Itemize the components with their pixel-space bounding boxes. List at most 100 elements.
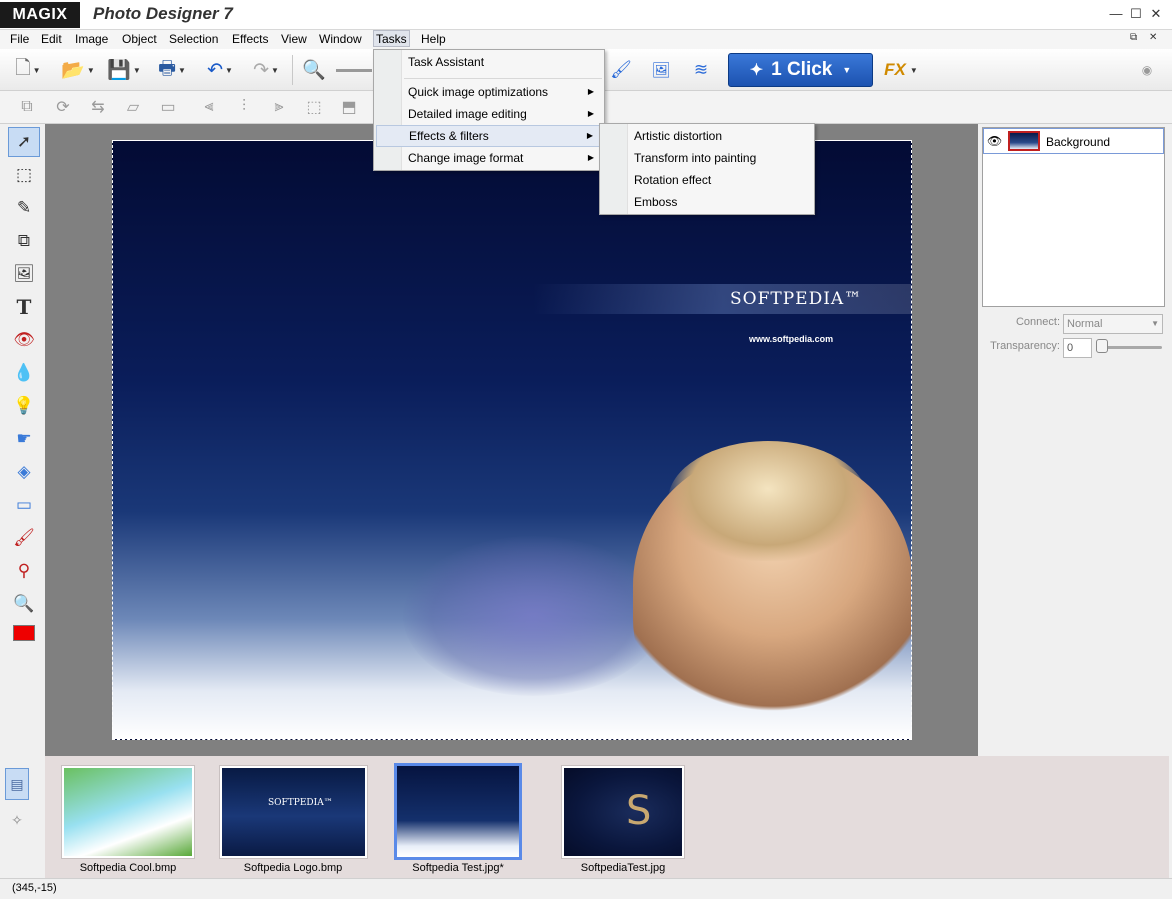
zoom-icon[interactable]: 🔍 (299, 55, 329, 85)
status-bar: (345,-15) (0, 878, 1172, 899)
flip-object-icon[interactable]: ⇆ (85, 94, 111, 120)
arrange-icon[interactable]: ⬒ (336, 94, 362, 120)
image-canvas[interactable]: SOFTPEDIA™ www.softpedia.com (112, 140, 912, 740)
layer-thumbnail (1008, 131, 1040, 151)
minimize-button[interactable]: — (1107, 6, 1125, 21)
menu-item-change-image-format[interactable]: Change image format ▶ (376, 147, 602, 169)
text-tool-icon[interactable]: T (8, 292, 40, 322)
menu-item-effects-filters[interactable]: Effects & filters ▶ (376, 125, 602, 147)
maximize-button[interactable]: ☐ (1127, 6, 1145, 22)
clone-tool-icon[interactable]: ⧉ (8, 226, 40, 256)
light-bulb-icon[interactable]: 💡 (8, 391, 40, 421)
fx-label: FX (884, 60, 906, 79)
menu-item-detailed-image-editing[interactable]: Detailed image editing ▶ (376, 103, 602, 125)
effects-filters-submenu: Artistic distortion Transform into paint… (599, 123, 815, 215)
menu-image[interactable]: Image (74, 31, 109, 48)
paint-brush-icon[interactable]: 🖌 (8, 523, 40, 553)
chevron-down-icon: ▼ (909, 65, 918, 75)
fx-button[interactable]: FX ▼ (878, 54, 924, 86)
thumbnail-softpedia-cool[interactable] (62, 766, 194, 858)
menu-file[interactable]: File (9, 31, 30, 48)
menu-help[interactable]: Help (420, 31, 447, 48)
menu-item-task-assistant[interactable]: Task Assistant (376, 51, 602, 73)
menu-item-transform-into-painting[interactable]: Transform into painting (602, 147, 812, 169)
align-bottom-icon[interactable]: ⫸ (266, 94, 292, 120)
thumbnail-label: Softpedia Cool.bmp (79, 862, 177, 874)
thumbnail-softpedia-test-selected[interactable] (394, 763, 522, 860)
print-icon[interactable]: 🖶 ▼ (152, 55, 192, 85)
drop-tool-icon[interactable]: 💧 (8, 358, 40, 388)
new-icon[interactable]: 🗋 ▼ (10, 55, 46, 85)
menu-edit[interactable]: Edit (40, 31, 63, 48)
mdi-restore-button[interactable]: ⧉ (1130, 32, 1137, 43)
thumbnail-softpediatest[interactable]: S (562, 766, 684, 858)
menu-item-label: Task Assistant (408, 55, 485, 69)
menu-window[interactable]: Window (318, 31, 363, 48)
thumbnail-label: Softpedia Logo.bmp (243, 862, 343, 874)
one-click-label: 1 Click (771, 59, 833, 80)
menu-view[interactable]: View (280, 31, 308, 48)
thumbnail-label: SoftpediaTest.jpg (580, 862, 666, 874)
magic-wand-icon: ✦ (749, 62, 764, 79)
rectangle-select-icon[interactable]: ⬚ (8, 160, 40, 190)
image-wizard-icon[interactable]: 🖌 (606, 55, 636, 85)
menu-selection[interactable]: Selection (168, 31, 219, 48)
media-pool-icon[interactable]: ▤ (5, 768, 29, 800)
open-icon[interactable]: 📂 ▼ (58, 55, 98, 85)
menu-item-label: Quick image optimizations (408, 85, 549, 99)
smudge-tool-icon[interactable]: ☛ (8, 424, 40, 454)
layer-row[interactable]: 👁 Background (983, 128, 1164, 154)
one-click-button[interactable]: ✦ 1 Click ▼ (728, 53, 873, 87)
selection-arrow-icon[interactable]: ➚ (8, 127, 40, 157)
options-gear-icon[interactable]: ◉ (1132, 55, 1162, 85)
magnifier-icon[interactable]: 🔍 (8, 589, 40, 619)
chevron-down-icon: ▼ (842, 65, 852, 75)
menu-item-label: Detailed image editing (408, 107, 527, 121)
group-objects-icon[interactable]: ⧉ (14, 94, 40, 120)
close-button[interactable]: ✕ (1147, 6, 1165, 22)
media-filmstrip: Softpedia Cool.bmp SOFTPEDIA™ Softpedia … (45, 756, 1169, 878)
menu-object[interactable]: Object (121, 31, 158, 48)
image-object-icon[interactable]: 🖼 (8, 259, 40, 289)
tool-palette: ➚ ⬚ ✎ ⧉ 🖼 T 👁 💧 💡 ☛ ◈ ▭ 🖌 ⚲ 🔍 (5, 124, 45, 756)
menu-item-artistic-distortion[interactable]: Artistic distortion (602, 125, 812, 147)
align-left-icon[interactable]: ⫷ (196, 94, 222, 120)
thumbnail-s-graphic: S (626, 788, 652, 834)
fill-bucket-icon[interactable]: ◈ (8, 457, 40, 487)
align-center-icon[interactable]: ⫶ (231, 94, 257, 120)
rotate-object-icon[interactable]: ⟳ (50, 94, 76, 120)
foreground-color-swatch[interactable] (13, 625, 35, 641)
gradient-tool-icon[interactable]: ▭ (8, 490, 40, 520)
fx-pool-icon[interactable]: ✧ (5, 804, 29, 836)
redo-icon[interactable]: ↷ ▼ (246, 55, 286, 85)
menu-bar: File Edit Image Object Selection Effects… (0, 30, 1172, 49)
thumbnail-softpedia-logo[interactable]: SOFTPEDIA™ (220, 766, 367, 858)
save-icon[interactable]: 💾 ▼ (104, 55, 144, 85)
image-view-icon[interactable]: 🖼 (646, 55, 676, 85)
image-dress (403, 536, 663, 696)
crop-object-icon[interactable]: ▭ (155, 94, 181, 120)
submenu-arrow-icon: ▶ (587, 153, 594, 162)
undo-icon[interactable]: ↶ ▼ (200, 55, 240, 85)
red-eye-icon[interactable]: 👁 (8, 325, 40, 355)
brush-tool-icon[interactable]: ✎ (8, 193, 40, 223)
eye-icon[interactable]: 👁 (987, 134, 1002, 148)
layers-icon[interactable]: ≋ (686, 55, 716, 85)
menu-effects[interactable]: Effects (231, 31, 269, 48)
transparency-slider-handle[interactable] (1096, 339, 1108, 353)
menu-item-emboss[interactable]: Emboss (602, 191, 812, 213)
zoom-slider[interactable] (336, 69, 372, 72)
distribute-icon[interactable]: ⬚ (301, 94, 327, 120)
menu-tasks[interactable]: Tasks (373, 30, 410, 47)
layer-list[interactable]: 👁 Background (982, 127, 1165, 307)
thumbnail-logo-text: SOFTPEDIA™ (268, 798, 333, 808)
menu-item-label: Change image format (408, 151, 524, 165)
transform-object-icon[interactable]: ▱ (120, 94, 146, 120)
mdi-close-button[interactable]: ✕ (1149, 32, 1157, 43)
image-hair (668, 441, 868, 561)
menu-item-quick-image-optimizations[interactable]: Quick image optimizations ▶ (376, 81, 602, 103)
connect-select[interactable]: Normal ▼ (1063, 314, 1163, 334)
eyedropper-icon[interactable]: ⚲ (8, 556, 40, 586)
transparency-input[interactable]: 0 (1063, 338, 1092, 358)
menu-item-rotation-effect[interactable]: Rotation effect (602, 169, 812, 191)
